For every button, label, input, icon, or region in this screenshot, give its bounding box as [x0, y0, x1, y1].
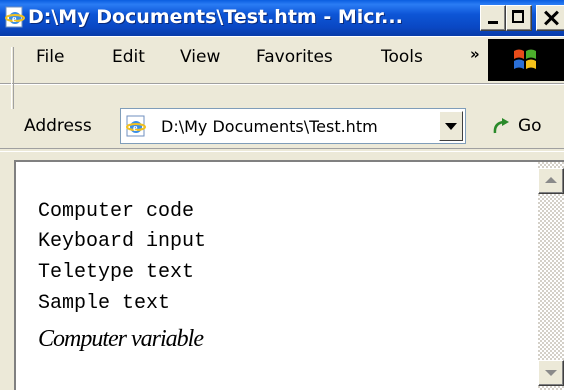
ie-page-icon: e [126, 115, 146, 137]
maximize-button[interactable] [506, 5, 532, 31]
go-label: Go [518, 116, 542, 136]
minimize-button[interactable] [480, 5, 506, 31]
svg-text:e: e [12, 14, 17, 25]
address-input[interactable]: e D:\My Documents\Test.htm [120, 108, 466, 144]
go-button[interactable]: Go [480, 108, 564, 146]
go-arrow-icon [493, 118, 509, 134]
menu-view[interactable]: View [180, 47, 220, 67]
browser-window: e D:\My Documents\Test.htm - Micr... Fil… [0, 0, 564, 390]
windows-logo-icon [488, 39, 564, 81]
keyboard-input-text: Keyboard input [38, 230, 207, 253]
sample-text: Sample text [38, 292, 171, 315]
ie-page-icon: e [5, 6, 25, 28]
menu-bar: File Edit View Favorites Tools » [0, 36, 564, 109]
window-title: D:\My Documents\Test.htm - Micr... [28, 6, 403, 28]
scroll-down-button[interactable] [538, 360, 564, 386]
scroll-up-button[interactable] [538, 168, 564, 194]
address-bar-grip[interactable] [11, 73, 14, 109]
close-button[interactable] [536, 5, 564, 31]
computer-variable-text: Computer variable [38, 326, 204, 352]
page-content: Computer code Keyboard input Teletype te… [14, 160, 564, 390]
address-label: Address [24, 116, 92, 136]
menu-file[interactable]: File [36, 47, 64, 67]
address-value: D:\My Documents\Test.htm [161, 117, 378, 136]
svg-text:e: e [133, 123, 138, 134]
vertical-scrollbar[interactable] [538, 162, 564, 390]
address-dropdown-button[interactable] [439, 111, 463, 141]
title-bar[interactable]: e D:\My Documents\Test.htm - Micr... [0, 0, 564, 36]
computer-code-text: Computer code [38, 200, 195, 223]
menu-favorites[interactable]: Favorites [256, 47, 333, 67]
menu-tools[interactable]: Tools [381, 47, 423, 67]
menu-edit[interactable]: Edit [112, 47, 145, 67]
toolbar-separator [0, 148, 564, 152]
menu-separator [0, 83, 564, 85]
teletype-text: Teletype text [38, 261, 195, 284]
menu-overflow-chevron[interactable]: » [470, 45, 480, 63]
